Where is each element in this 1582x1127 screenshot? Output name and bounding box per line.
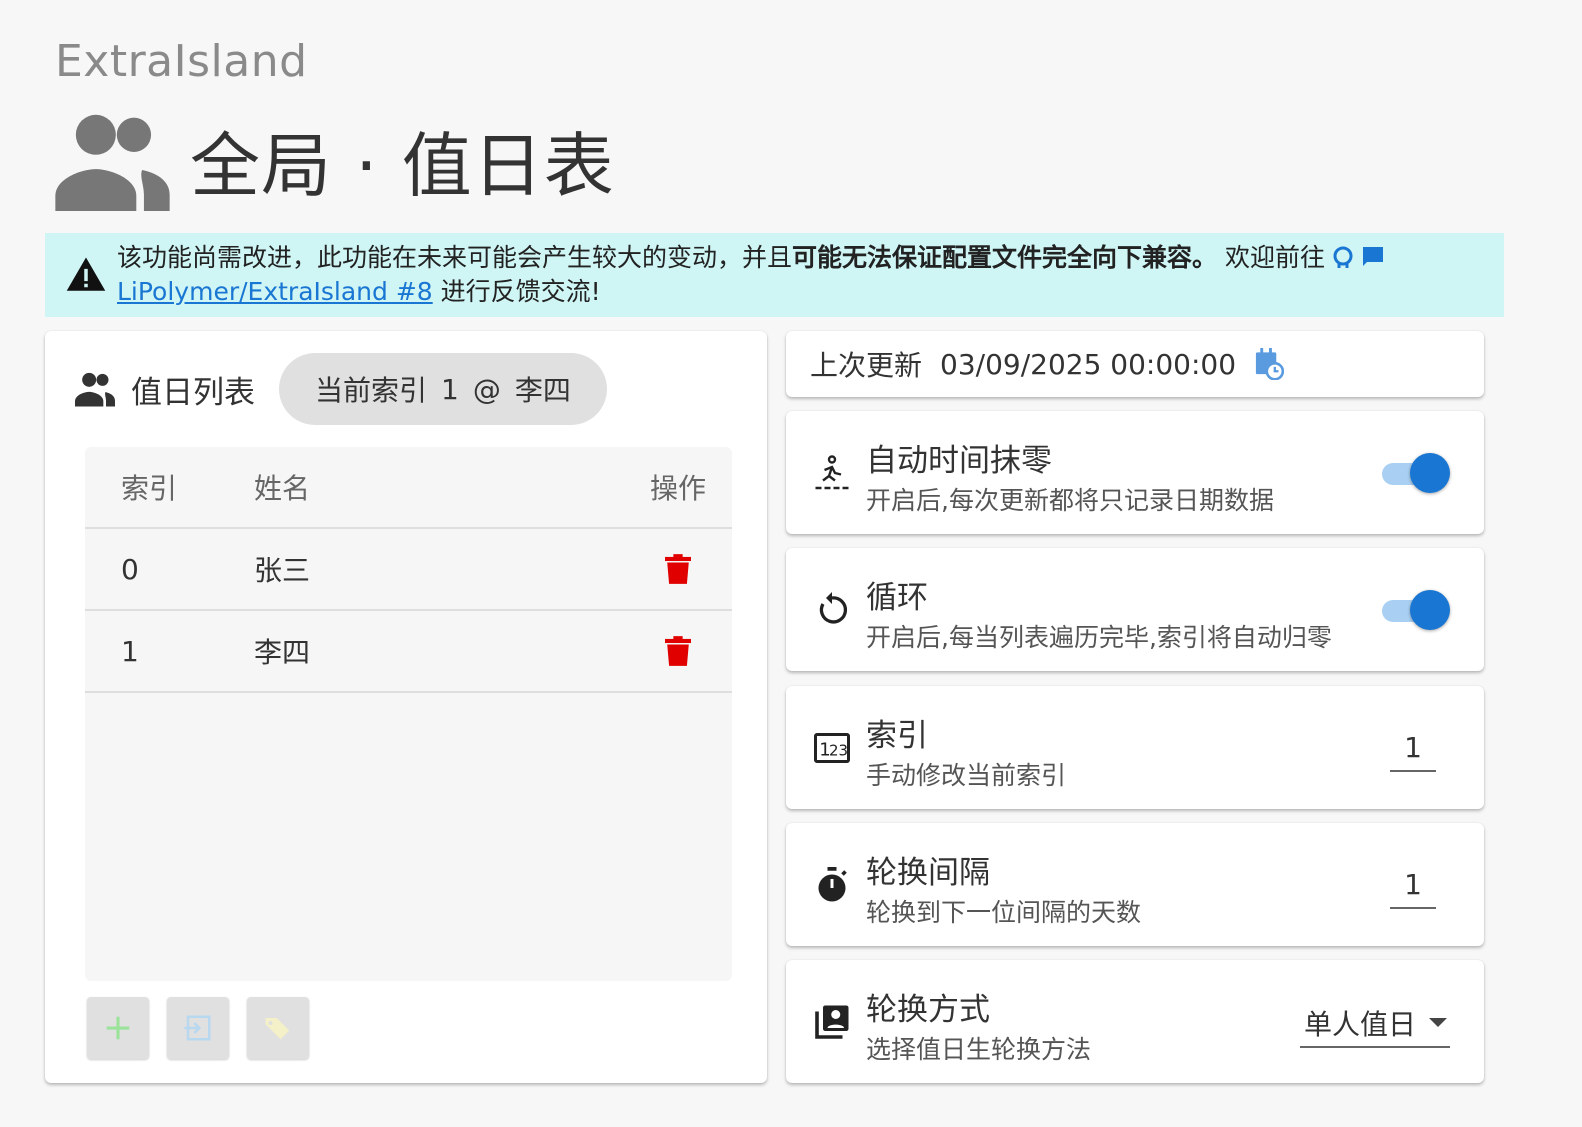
- page-title: 全局 · 值日表: [190, 125, 615, 207]
- setting-title: 轮换间隔: [866, 855, 990, 891]
- loop-icon: [819, 592, 848, 624]
- column-header-name: 姓名: [254, 472, 311, 505]
- row-name[interactable]: 李四: [254, 631, 624, 671]
- people-icon: [55, 114, 170, 211]
- delete-button[interactable]: [624, 636, 732, 666]
- add-icon: [106, 1016, 130, 1040]
- chip-label: 当前索引: [315, 374, 428, 407]
- column-header-index: 索引: [121, 472, 178, 505]
- rotation-mode-select[interactable]: 单人值日: [1300, 1000, 1450, 1048]
- setting-desc: 选择值日生轮换方法: [866, 1035, 1092, 1064]
- warning-banner: 该功能尚需改进，此功能在未来可能会产生较大的变动，并且可能无法保证配置文件完全向…: [45, 233, 1504, 317]
- chip-at: @: [472, 372, 501, 406]
- setting-auto-zero: 自动时间抹零 开启后,每次更新都将只记录日期数据: [786, 411, 1484, 534]
- run-icon: [815, 455, 849, 490]
- list-toolbar: [87, 997, 309, 1059]
- import-button[interactable]: [167, 997, 229, 1059]
- row-index: 1: [121, 634, 139, 668]
- loop-toggle[interactable]: [1378, 590, 1450, 630]
- chevron-down-icon[interactable]: [1426, 1016, 1450, 1030]
- setting-desc: 开启后,每当列表遍历完毕,索引将自动归零: [866, 623, 1332, 652]
- auto-zero-toggle[interactable]: [1378, 453, 1450, 493]
- index-input[interactable]: 1: [1390, 730, 1436, 772]
- setting-desc: 轮换到下一位间隔的天数: [866, 898, 1142, 927]
- select-value: 单人值日: [1304, 1008, 1417, 1041]
- list-title: 值日列表: [131, 374, 255, 411]
- last-update-label: 上次更新: [810, 349, 923, 382]
- duty-table: 索引 姓名 操作 0 张三 1 李四: [85, 447, 732, 981]
- tags-button[interactable]: [247, 997, 309, 1059]
- svg-text:23: 23: [829, 742, 848, 760]
- banner-text: 该功能尚需改进，此功能在未来可能会产生较大的变动，并且可能无法保证配置文件完全向…: [117, 241, 1385, 309]
- app-title: ExtraIsland: [55, 36, 308, 87]
- warning-icon: [66, 257, 106, 291]
- last-update-value: 03/09/2025 00:00:00: [940, 347, 1237, 381]
- add-button[interactable]: [87, 997, 149, 1059]
- timer-icon: [818, 867, 847, 902]
- list-header: 值日列表 当前索引 1 @ 李四: [75, 353, 607, 425]
- table-header: 索引 姓名 操作: [85, 447, 732, 529]
- setting-index: 1 23 索引 手动修改当前索引 1: [786, 686, 1484, 809]
- setting-interval: 轮换间隔 轮换到下一位间隔的天数 1: [786, 823, 1484, 946]
- page-header: 全局 · 值日表: [55, 110, 615, 211]
- interval-input[interactable]: 1: [1390, 867, 1436, 909]
- setting-title: 自动时间抹零: [866, 443, 1052, 479]
- banner-text-3: 进行反馈交流!: [440, 277, 601, 306]
- feedback-link-text: LiPolymer/ExtraIsland #8: [117, 277, 433, 306]
- table-row[interactable]: 1 李四: [85, 611, 732, 693]
- banner-text-2: 欢迎前往: [1224, 243, 1325, 272]
- account-box-icon: [815, 1005, 849, 1039]
- banner-bold: 可能无法保证配置文件完全向下兼容。: [792, 243, 1218, 272]
- chip-index: 1: [441, 372, 459, 406]
- numeric-icon: 1 23: [814, 733, 850, 763]
- setting-loop: 循环 开启后,每当列表遍历完毕,索引将自动归零: [786, 548, 1484, 671]
- current-index-chip: 当前索引 1 @ 李四: [279, 353, 607, 425]
- setting-desc: 手动修改当前索引: [866, 761, 1067, 790]
- setting-title: 轮换方式: [866, 992, 990, 1028]
- setting-title: 索引: [866, 718, 928, 754]
- import-icon: [184, 1015, 211, 1041]
- setting-title: 循环: [866, 580, 928, 616]
- github-icon: [1333, 246, 1353, 268]
- last-update-card: 上次更新 03/09/2025 00:00:00: [786, 331, 1484, 397]
- chip-name: 李四: [514, 374, 571, 407]
- trash-icon[interactable]: [665, 636, 691, 666]
- message-icon: [1363, 247, 1383, 266]
- row-index: 0: [121, 552, 139, 586]
- people-icon: [75, 372, 115, 407]
- delete-button[interactable]: [624, 554, 732, 584]
- setting-desc: 开启后,每次更新都将只记录日期数据: [866, 486, 1274, 515]
- tags-icon: [265, 1018, 290, 1040]
- duty-list-card: 值日列表 当前索引 1 @ 李四 索引 姓名 操作 0 张三 1 李四: [45, 331, 767, 1083]
- trash-icon[interactable]: [665, 554, 691, 584]
- setting-mode: 轮换方式 选择值日生轮换方法 单人值日: [786, 960, 1484, 1083]
- row-name[interactable]: 张三: [254, 549, 624, 589]
- column-header-op: 操作: [649, 472, 706, 505]
- calendar-clock-icon[interactable]: [1254, 348, 1285, 380]
- banner-text-1: 该功能尚需改进，此功能在未来可能会产生较大的变动，并且: [117, 243, 793, 272]
- table-row[interactable]: 0 张三: [85, 529, 732, 611]
